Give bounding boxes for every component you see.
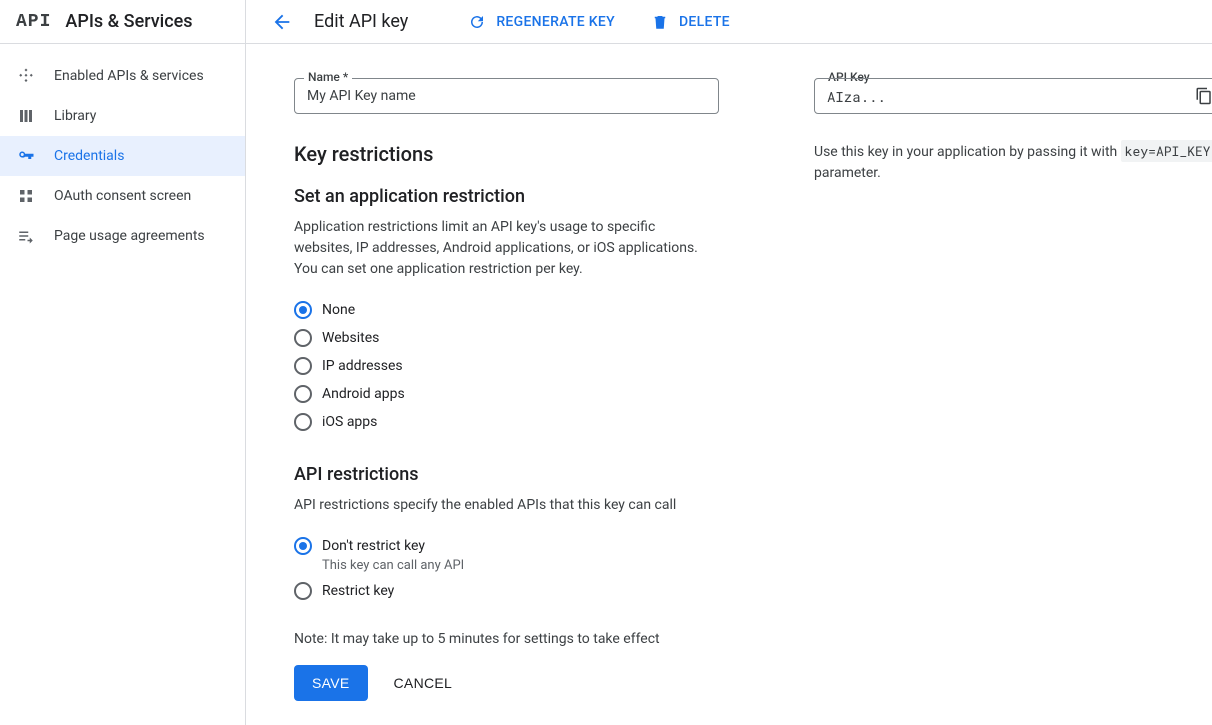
radio-label: Websites (322, 328, 379, 348)
sidebar-item-label: Library (54, 108, 96, 124)
name-input[interactable] (294, 78, 719, 114)
name-field-wrap: Name * (294, 78, 719, 114)
content: Name * Key restrictions Set an applicati… (246, 44, 1212, 725)
key-restrictions-heading: Key restrictions (294, 142, 744, 166)
api-key-value: AIza... (827, 87, 886, 106)
save-button[interactable]: SAVE (294, 665, 368, 701)
radio-label: iOS apps (322, 412, 377, 432)
api-logo: API (16, 12, 51, 32)
radio-label: Android apps (322, 384, 405, 404)
consent-icon (16, 186, 36, 206)
settings-note: Note: It may take up to 5 minutes for se… (294, 631, 744, 647)
api-restriction-description: API restrictions specify the enabled API… (294, 495, 714, 516)
radio-label: Restrict key (322, 581, 394, 601)
topbar: Edit API key REGENERATE KEY DELETE (246, 0, 1212, 44)
radio-icon (294, 537, 312, 555)
radio-icon (294, 413, 312, 431)
delete-button[interactable]: DELETE (651, 13, 730, 31)
sidebar-nav: Enabled APIs & services Library Credenti… (0, 44, 245, 256)
agreement-icon (16, 226, 36, 246)
help-code: key=API_KEY (1121, 140, 1212, 162)
page-title: Edit API key (314, 11, 408, 32)
api-key-field-wrap: API Key AIza... (814, 78, 1212, 114)
copy-api-key-button[interactable] (1193, 85, 1212, 107)
sidebar-item-credentials[interactable]: Credentials (0, 136, 245, 176)
library-icon (16, 106, 36, 126)
main: Edit API key REGENERATE KEY DELETE Name … (246, 0, 1212, 725)
copy-icon (1195, 87, 1212, 105)
sidebar-item-label: Enabled APIs & services (54, 68, 204, 84)
help-prefix: Use this key in your application by pass… (814, 144, 1117, 160)
radio-icon (294, 582, 312, 600)
radio-api-dont-restrict[interactable]: Don't restrict key This key can call any… (294, 532, 744, 577)
radio-app-websites[interactable]: Websites (294, 324, 744, 352)
name-field-label: Name * (304, 70, 352, 84)
cancel-button[interactable]: CANCEL (390, 665, 457, 701)
sidebar-item-label: Page usage agreements (54, 228, 205, 244)
api-key-display: AIza... (814, 78, 1212, 114)
refresh-icon (468, 13, 486, 31)
api-restriction-heading: API restrictions (294, 464, 744, 485)
radio-app-none[interactable]: None (294, 296, 744, 324)
app-restriction-heading: Set an application restriction (294, 186, 744, 207)
radio-sublabel: This key can call any API (322, 558, 464, 573)
sidebar-item-enabled-apis[interactable]: Enabled APIs & services (0, 56, 245, 96)
radio-label: IP addresses (322, 356, 403, 376)
sidebar-item-library[interactable]: Library (0, 96, 245, 136)
radio-icon (294, 301, 312, 319)
help-suffix: parameter. (814, 165, 881, 181)
sidebar-title: APIs & Services (65, 11, 192, 32)
trash-icon (651, 13, 669, 31)
sidebar-item-oauth-consent[interactable]: OAuth consent screen (0, 176, 245, 216)
radio-api-restrict[interactable]: Restrict key (294, 577, 744, 605)
app-restriction-radio-group: None Websites IP addresses Android apps (294, 296, 744, 436)
key-icon (16, 146, 36, 166)
sidebar-header: API APIs & Services (0, 0, 245, 44)
sidebar-item-usage-agreements[interactable]: Page usage agreements (0, 216, 245, 256)
delete-label: DELETE (679, 14, 730, 30)
radio-label: Don't restrict key (322, 538, 425, 554)
radio-app-android[interactable]: Android apps (294, 380, 744, 408)
sidebar-item-label: OAuth consent screen (54, 188, 191, 204)
api-key-help-text: Use this key in your application by pass… (814, 142, 1212, 184)
radio-app-ip[interactable]: IP addresses (294, 352, 744, 380)
radio-icon (294, 357, 312, 375)
api-restriction-radio-group: Don't restrict key This key can call any… (294, 532, 744, 605)
radio-icon (294, 329, 312, 347)
regenerate-label: REGENERATE KEY (496, 14, 615, 30)
regenerate-key-button[interactable]: REGENERATE KEY (468, 13, 615, 31)
radio-icon (294, 385, 312, 403)
radio-app-ios[interactable]: iOS apps (294, 408, 744, 436)
radio-label: None (322, 300, 355, 320)
sidebar: API APIs & Services Enabled APIs & servi… (0, 0, 246, 725)
sidebar-item-label: Credentials (54, 148, 124, 164)
dashboard-icon (16, 66, 36, 86)
app-restriction-description: Application restrictions limit an API ke… (294, 217, 714, 280)
back-button[interactable] (270, 10, 294, 34)
